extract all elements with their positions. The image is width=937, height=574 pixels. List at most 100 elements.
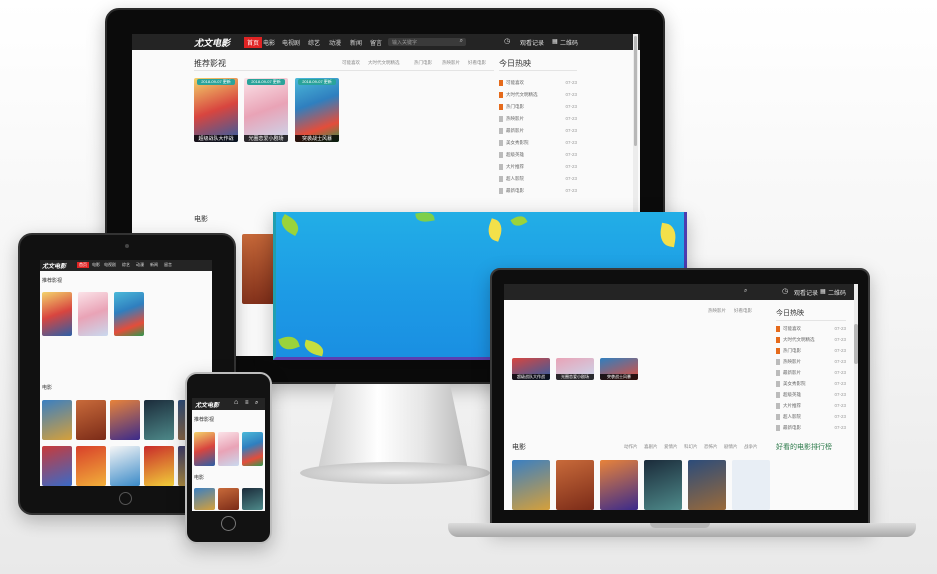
- hot-row[interactable]: 可能喜欢 07-23: [499, 80, 577, 86]
- site-logo[interactable]: 尤文电影: [42, 261, 66, 270]
- poster-card[interactable]: 2018-09-07 更新 光圈恋爱小剧场: [244, 78, 288, 142]
- poster-card[interactable]: [76, 400, 106, 440]
- poster-card[interactable]: [688, 460, 726, 510]
- poster-card[interactable]: 超级战队大作战: [512, 358, 550, 380]
- site-logo[interactable]: 尤文电影: [194, 36, 230, 49]
- hot-row[interactable]: 最新电影 07-23: [499, 188, 577, 194]
- nav-item-movie[interactable]: 电影: [263, 38, 275, 47]
- history-icon[interactable]: ◷: [504, 37, 510, 45]
- nav-item-news[interactable]: 新闻: [350, 38, 362, 47]
- search-icon[interactable]: ⌕: [255, 400, 258, 407]
- nav-item-variety[interactable]: 综艺: [308, 38, 320, 47]
- hot-row[interactable]: 大时代文明精选 07-23: [499, 92, 577, 98]
- recommend-tag[interactable]: 热映影片: [708, 308, 726, 314]
- poster-card[interactable]: [218, 432, 239, 466]
- nav-item-message[interactable]: 留言: [164, 262, 172, 268]
- hot-row[interactable]: 超人影院 07-23: [776, 414, 846, 420]
- poster-card[interactable]: [110, 446, 140, 486]
- nav-item-tv[interactable]: 电视剧: [282, 38, 300, 47]
- nav-item-tv[interactable]: 电视剧: [104, 262, 116, 268]
- movie-tag[interactable]: 动作片: [624, 444, 638, 450]
- hot-row[interactable]: 可能喜欢 07-23: [776, 326, 846, 332]
- poster-card[interactable]: 2018-09-07 更新 突袭战士风暴: [295, 78, 339, 142]
- hot-row[interactable]: 热映影片 07-23: [499, 116, 577, 122]
- nav-item-anime[interactable]: 动漫: [329, 38, 341, 47]
- history-link[interactable]: 观看记录: [794, 288, 818, 297]
- search-icon[interactable]: ⌕: [744, 288, 747, 295]
- movie-tag[interactable]: 剧情片: [724, 444, 738, 450]
- nav-item-variety[interactable]: 综艺: [122, 262, 130, 268]
- poster-card[interactable]: [144, 400, 174, 440]
- poster-card[interactable]: [114, 292, 144, 336]
- hot-row[interactable]: 美女秀影院 07-23: [776, 381, 846, 387]
- hot-row[interactable]: 热映影片 07-23: [776, 359, 846, 365]
- movie-tag[interactable]: 恐怖片: [704, 444, 718, 450]
- poster-card[interactable]: [78, 292, 108, 336]
- scrollbar[interactable]: [854, 284, 858, 510]
- hot-row[interactable]: 最新影片 07-23: [776, 370, 846, 376]
- poster-card[interactable]: [600, 460, 638, 510]
- history-icon[interactable]: ◷: [782, 287, 788, 295]
- phone-home-button[interactable]: [221, 516, 236, 531]
- hot-row[interactable]: 超人影院 07-23: [499, 176, 577, 182]
- movie-tag[interactable]: 爱情片: [664, 444, 678, 450]
- recommend-tag[interactable]: 热门电影: [414, 60, 432, 66]
- hot-row[interactable]: 美女秀影院 07-23: [499, 140, 577, 146]
- recommend-tag[interactable]: 大时代文明精选: [368, 60, 400, 66]
- recommend-tag[interactable]: 好看电影: [734, 308, 752, 314]
- nav-item-home[interactable]: 首页: [244, 37, 263, 48]
- tablet-home-button[interactable]: [119, 492, 132, 505]
- nav-item-movie[interactable]: 电影: [92, 262, 100, 268]
- poster-card[interactable]: [42, 400, 72, 440]
- search-input[interactable]: 输入关键字: [392, 39, 417, 46]
- hot-row[interactable]: 最新影片 07-23: [499, 128, 577, 134]
- movie-section-title: 电影: [42, 385, 53, 391]
- nav-item-message[interactable]: 留言: [370, 38, 382, 47]
- search-box[interactable]: 输入关键字 ⌕: [388, 38, 466, 46]
- poster-card[interactable]: [194, 432, 215, 466]
- qrcode-icon[interactable]: ▦: [820, 288, 826, 295]
- hot-row[interactable]: 超级英雄 07-23: [776, 392, 846, 398]
- leaf-decoration: [510, 213, 528, 229]
- hot-row[interactable]: 大片推荐 07-23: [499, 164, 577, 170]
- qrcode-icon[interactable]: ▦: [552, 38, 558, 45]
- poster-card[interactable]: [194, 488, 215, 510]
- poster-card[interactable]: [110, 400, 140, 440]
- poster-card[interactable]: [556, 460, 594, 510]
- poster-card[interactable]: [644, 460, 682, 510]
- movie-tag[interactable]: 科幻片: [684, 444, 698, 450]
- nav-item-home[interactable]: 首页: [77, 262, 89, 268]
- hot-row[interactable]: 大片推荐 07-23: [776, 403, 846, 409]
- hot-row[interactable]: 大时代文明精选 07-23: [776, 337, 846, 343]
- hot-row[interactable]: 超级英雄 07-23: [499, 152, 577, 158]
- poster-card[interactable]: 2018-09-07 更新 超级战队大作战: [194, 78, 238, 142]
- hot-row[interactable]: 热门电影 07-23: [776, 348, 846, 354]
- poster-card[interactable]: [42, 292, 72, 336]
- qrcode-link[interactable]: 二维码: [560, 38, 578, 47]
- poster-card[interactable]: [512, 460, 550, 510]
- nav-item-news[interactable]: 新闻: [150, 262, 158, 268]
- recommend-tag[interactable]: 可能喜欢: [342, 60, 360, 66]
- poster-card[interactable]: [732, 460, 770, 510]
- history-link[interactable]: 观看记录: [520, 38, 544, 47]
- poster-card[interactable]: [42, 446, 72, 486]
- qrcode-link[interactable]: 二维码: [828, 288, 846, 297]
- poster-card[interactable]: [144, 446, 174, 486]
- poster-card[interactable]: 光圈恋爱小剧场: [556, 358, 594, 380]
- movie-tag[interactable]: 战争片: [744, 444, 758, 450]
- movie-tag[interactable]: 喜剧片: [644, 444, 658, 450]
- menu-icon[interactable]: ≡: [245, 400, 249, 406]
- recommend-tag[interactable]: 热映影片: [442, 60, 460, 66]
- poster-card[interactable]: [76, 446, 106, 486]
- home-icon[interactable]: ⌂: [234, 399, 238, 406]
- poster-card[interactable]: [242, 488, 263, 510]
- poster-card[interactable]: 突袭战士风暴: [600, 358, 638, 380]
- recommend-tag[interactable]: 好看电影: [468, 60, 486, 66]
- nav-item-anime[interactable]: 动漫: [136, 262, 144, 268]
- poster-card[interactable]: [218, 488, 239, 510]
- search-icon[interactable]: ⌕: [460, 38, 463, 45]
- hot-row[interactable]: 最新电影 07-23: [776, 425, 846, 431]
- hot-row[interactable]: 热门电影 07-23: [499, 104, 577, 110]
- poster-card[interactable]: [242, 432, 263, 466]
- site-logo[interactable]: 尤文电影: [195, 400, 219, 409]
